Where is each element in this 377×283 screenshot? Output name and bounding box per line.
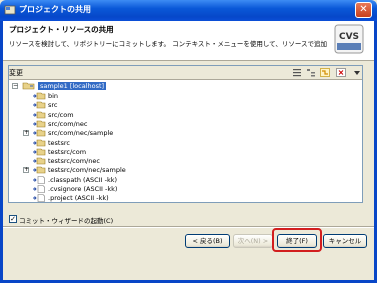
page-title: プロジェクト・リソースの共用: [9, 25, 114, 34]
commit-wizard-label: コミット・ウィザードの起動(C): [19, 217, 114, 225]
cvs-logo-icon: CVS: [334, 24, 364, 54]
tree-item-label: testsrc: [48, 138, 70, 147]
next-button[interactable]: 次へ(N) >: [233, 234, 273, 248]
tree-item-label: testsrc/com: [48, 147, 87, 156]
flat-layout-icon[interactable]: [292, 68, 302, 77]
tree-item-label: .project (ASCII -kk): [48, 194, 109, 202]
tree-layout-icon[interactable]: [306, 68, 316, 77]
changes-label: 変更: [9, 69, 23, 77]
outgoing-folder-icon: [32, 92, 46, 100]
cvs-logo-text: CVS: [339, 32, 359, 42]
tree-item-label: src/com/nec/sample: [48, 129, 114, 138]
tree-item-label: src/com/nec: [48, 119, 88, 128]
outgoing-folder-icon: [32, 166, 46, 174]
outgoing-folder-icon: [32, 120, 46, 128]
outgoing-folder-icon: [32, 139, 46, 147]
outgoing-file-icon: [32, 194, 46, 202]
outgoing-file-icon: [32, 185, 46, 193]
tree-root-label: sample1 [localhost]: [38, 82, 107, 90]
outgoing-folder-icon: [32, 111, 46, 119]
outgoing-folder-icon: [32, 101, 46, 109]
tree-item-label: src/com: [48, 110, 74, 119]
page-description: リソースを検討して、リポジトリーにコミットします。 コンテキスト・メニューを使用…: [9, 40, 327, 48]
finish-highlight: [272, 228, 322, 252]
project-folder-icon: [22, 82, 35, 90]
tree-item-label: bin: [48, 92, 59, 100]
tree-item-label: .cvsignore (ASCII -kk): [48, 185, 118, 193]
tree-item-label: .classpath (ASCII -kk): [48, 175, 118, 184]
outgoing-folder-icon: [32, 148, 46, 156]
outgoing-file-icon: [32, 175, 46, 184]
compressed-folders-icon[interactable]: [320, 68, 330, 77]
back-button[interactable]: < 戻る(B): [185, 234, 230, 248]
commit-wizard-checkbox[interactable]: ✓: [9, 215, 17, 223]
collapse-icon[interactable]: −: [12, 83, 18, 89]
cancel-button[interactable]: キャンセル: [323, 234, 367, 248]
app-icon: [4, 5, 16, 15]
changes-tree: − sample1 [localhost] bin src src/com src/c…: [9, 80, 362, 202]
tree-item-label: src: [48, 101, 58, 110]
tree-item-label: testsrc/com/nec/sample: [48, 166, 126, 175]
remove-icon[interactable]: [336, 68, 346, 77]
outgoing-folder-icon: [32, 157, 46, 165]
outgoing-folder-icon: [32, 129, 46, 137]
close-button[interactable]: ✕: [355, 2, 372, 18]
window-title: プロジェクトの共用: [19, 5, 91, 14]
expand-icon[interactable]: +: [23, 167, 29, 174]
tree-item-label: testsrc/com/nec: [48, 157, 100, 166]
expand-icon[interactable]: +: [23, 130, 29, 137]
view-menu-icon[interactable]: [352, 68, 362, 77]
